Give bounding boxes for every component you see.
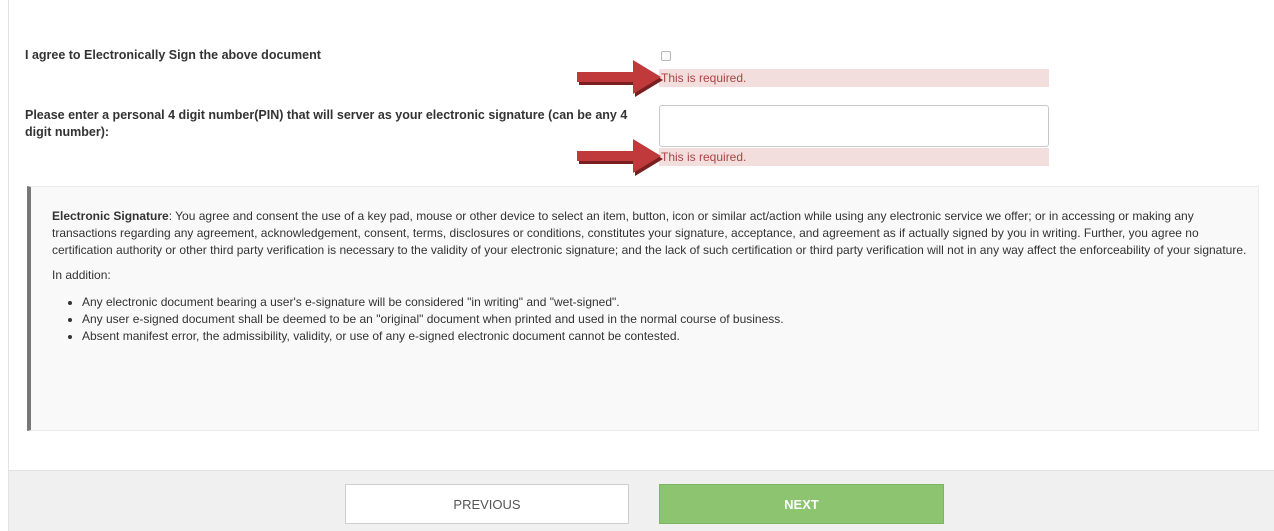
list-item: Absent manifest error, the admissibility… — [82, 328, 1258, 345]
notice-bullet-list: Any electronic document bearing a user's… — [52, 294, 1258, 345]
footer-bar — [9, 470, 1274, 531]
pin-label: Please enter a personal 4 digit number(P… — [25, 108, 628, 139]
list-item: Any electronic document bearing a user's… — [82, 294, 1258, 311]
in-addition-label: In addition: — [52, 268, 111, 282]
right-arrow-icon — [577, 60, 663, 97]
electronic-signature-notice: Electronic Signature: You agree and cons… — [27, 186, 1259, 431]
next-button[interactable]: NEXT — [659, 484, 944, 524]
agree-error-message: This is required. — [659, 69, 1049, 87]
previous-button[interactable]: PREVIOUS — [345, 484, 629, 524]
left-divider — [8, 0, 9, 531]
notice-body: : You agree and consent the use of a key… — [52, 209, 1247, 257]
notice-term: Electronic Signature — [52, 209, 169, 223]
right-arrow-icon — [577, 139, 663, 176]
agree-label: I agree to Electronically Sign the above… — [25, 48, 321, 62]
list-item: Any user e-signed document shall be deem… — [82, 311, 1258, 328]
pin-input[interactable] — [659, 105, 1049, 147]
pin-error-message: This is required. — [659, 148, 1049, 166]
notice-paragraph: Electronic Signature: You agree and cons… — [52, 208, 1247, 259]
